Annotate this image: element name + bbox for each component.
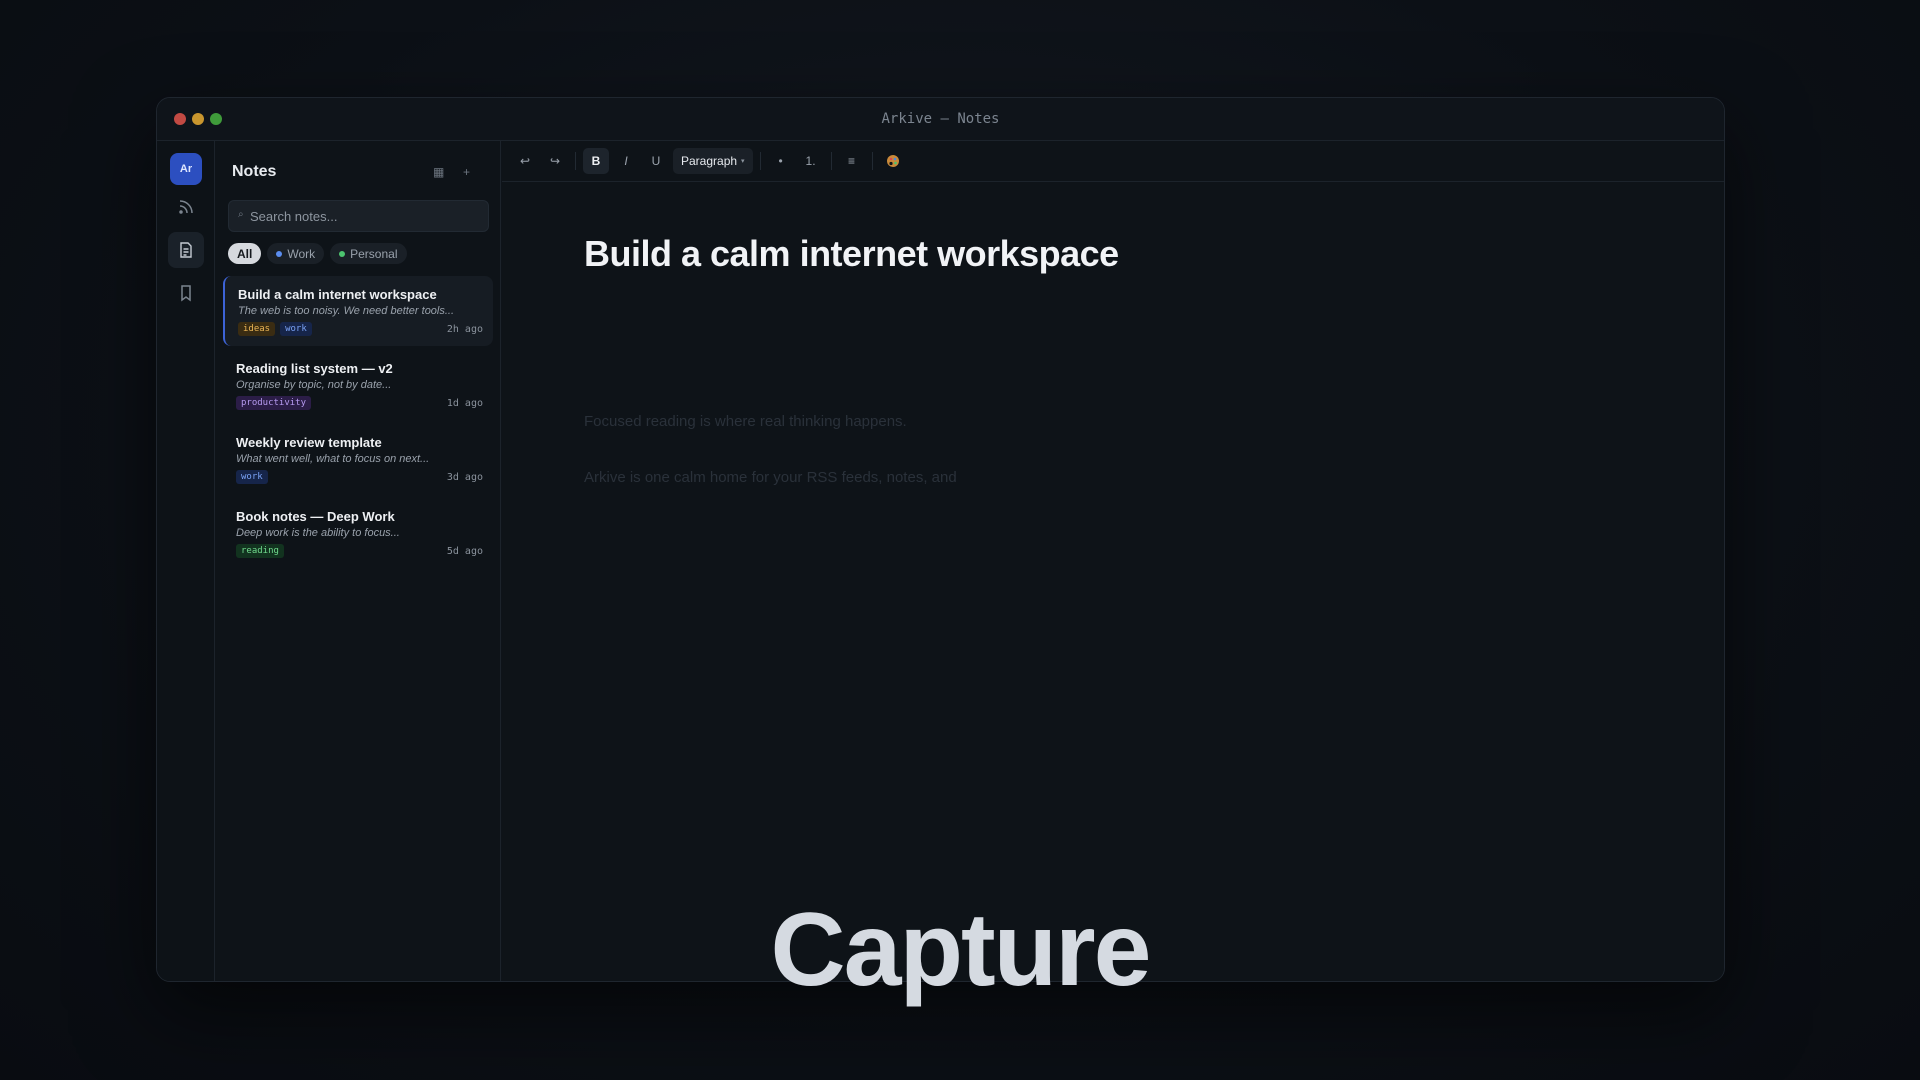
note-title: Book notes — Deep Work <box>236 509 395 524</box>
toolbar-divider <box>871 152 873 170</box>
note-snippet: Organise by topic, not by date... <box>236 379 392 391</box>
bullet-list-button[interactable]: • <box>768 148 794 174</box>
add-note-icon[interactable]: + <box>463 165 470 179</box>
italic-button[interactable]: I <box>613 148 639 174</box>
filter-all[interactable]: All <box>228 243 262 264</box>
rail-feeds-button[interactable] <box>168 189 204 225</box>
note-tag[interactable]: reading <box>236 544 284 558</box>
note-tag[interactable]: ideas <box>238 322 276 336</box>
bold-button[interactable]: B <box>583 148 609 174</box>
filter-label: Work <box>287 246 316 261</box>
search-box: ⌕ <box>228 200 489 232</box>
redo-button[interactable]: ↪ <box>542 148 568 174</box>
numbered-list-button[interactable]: 1. <box>798 148 824 174</box>
filter-label: Personal <box>350 246 398 261</box>
document-paragraph[interactable]: Arkive is one calm home for your RSS fee… <box>584 469 957 486</box>
app-logo[interactable]: Ar <box>170 153 202 185</box>
grid-view-icon[interactable]: ▦ <box>433 165 444 179</box>
note-time: 5d ago <box>446 546 483 557</box>
note-tags: work <box>236 470 268 484</box>
work-dot-icon <box>276 250 283 257</box>
note-item[interactable]: Reading list system — v2 Organise by top… <box>223 350 493 420</box>
filter-label: All <box>237 246 253 261</box>
align-button[interactable]: ≡ <box>839 148 865 174</box>
document-title[interactable]: Build a calm internet workspace <box>584 233 1119 275</box>
app-window: Arkive — Notes Ar Notes ▦ + ⌕ All Work <box>156 97 1725 982</box>
filter-personal[interactable]: Personal <box>330 243 407 264</box>
note-time: 2h ago <box>446 324 483 335</box>
notes-panel-title: Notes <box>232 163 277 180</box>
note-tag[interactable]: work <box>236 470 268 484</box>
toolbar-divider <box>759 152 761 170</box>
editor-pane: ↩ ↪ B I U Paragraph ▾ • 1. ≡ Build a cal… <box>502 141 1724 981</box>
text-color-button[interactable] <box>880 148 906 174</box>
feature-caption: Capture <box>770 892 1152 1008</box>
window-title: Arkive — Notes <box>881 111 1000 127</box>
note-snippet: The web is too noisy. We need better too… <box>238 305 455 317</box>
note-tags: reading <box>236 544 284 558</box>
note-snippet: Deep work is the ability to focus... <box>236 527 400 539</box>
note-item[interactable]: Book notes — Deep Work Deep work is the … <box>223 498 493 568</box>
note-tag[interactable]: work <box>280 322 312 336</box>
document-icon <box>180 242 192 258</box>
block-type-label: Paragraph <box>681 154 738 168</box>
palette-icon <box>886 155 899 167</box>
undo-button[interactable]: ↩ <box>512 148 538 174</box>
document-paragraph[interactable]: Focused reading is where real thinking h… <box>584 413 907 430</box>
block-type-select[interactable]: Paragraph ▾ <box>673 148 753 174</box>
rail-bookmarks-button[interactable] <box>168 275 204 311</box>
note-title: Weekly review template <box>236 435 382 450</box>
personal-dot-icon <box>339 250 346 257</box>
bookmark-icon <box>181 285 191 302</box>
note-tags: ideas work <box>238 322 312 336</box>
notes-panel: Notes ▦ + ⌕ All Work Personal Build a ca… <box>215 141 501 981</box>
note-time: 3d ago <box>446 472 483 483</box>
search-icon: ⌕ <box>238 209 244 220</box>
note-snippet: What went well, what to focus on next... <box>236 453 430 465</box>
note-item[interactable]: Weekly review template What went well, w… <box>223 424 493 494</box>
toolbar-divider <box>830 152 832 170</box>
search-input[interactable] <box>250 201 480 231</box>
chevron-down-icon: ▾ <box>741 158 745 165</box>
note-tag[interactable]: productivity <box>236 396 312 410</box>
filter-work[interactable]: Work <box>267 243 325 264</box>
editor-toolbar: ↩ ↪ B I U Paragraph ▾ • 1. ≡ <box>502 141 1724 182</box>
rss-icon <box>179 200 193 214</box>
title-bar: Arkive — Notes <box>157 98 1724 141</box>
underline-button[interactable]: U <box>643 148 669 174</box>
rail-notes-button[interactable] <box>168 232 204 268</box>
note-title: Reading list system — v2 <box>236 361 393 376</box>
note-tags: productivity <box>236 396 312 410</box>
note-title: Build a calm internet workspace <box>238 287 437 302</box>
nav-rail: Ar <box>157 141 215 981</box>
toolbar-divider <box>575 152 576 170</box>
note-item[interactable]: Build a calm internet workspace The web … <box>223 276 493 346</box>
filter-chips: All Work Personal <box>228 243 407 264</box>
note-time: 1d ago <box>446 398 483 409</box>
